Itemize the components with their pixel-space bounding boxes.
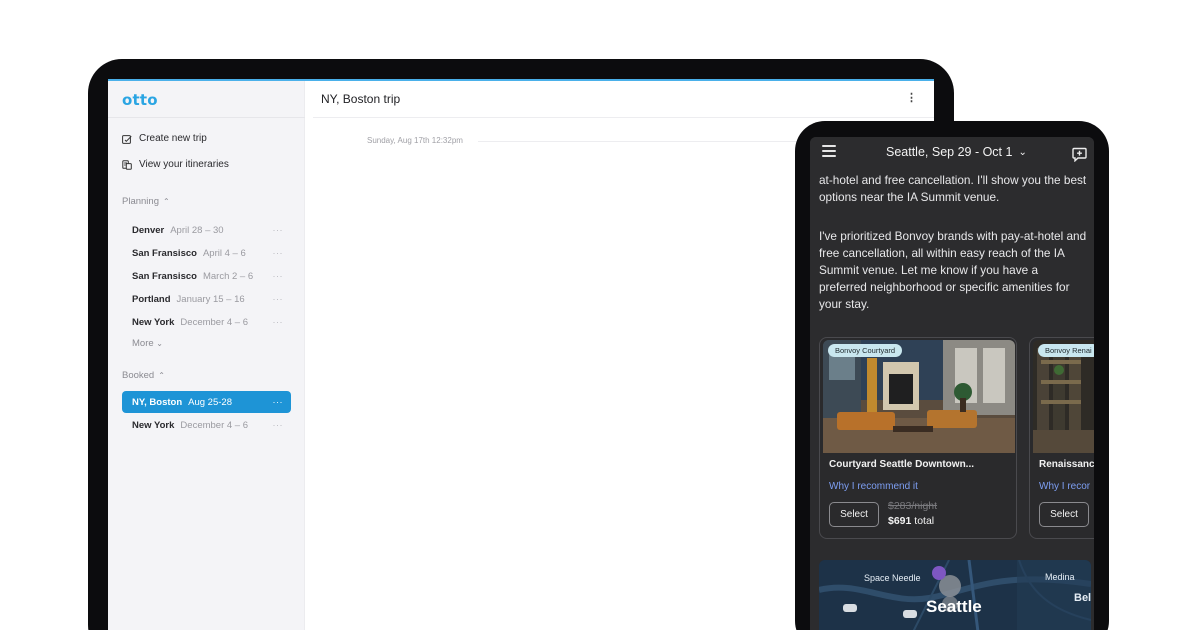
select-hotel-button[interactable]: Select	[1039, 502, 1089, 527]
trip-name: New York	[132, 316, 175, 328]
divider	[108, 117, 305, 118]
more-options-icon[interactable]: ···	[273, 420, 284, 430]
trip-name: San Fransisco	[132, 247, 197, 259]
new-chat-icon[interactable]	[1072, 147, 1087, 162]
chevron-up-icon: ⌃	[162, 197, 170, 206]
nightly-price: $283/night	[888, 500, 938, 512]
map-label: Space Needle	[864, 573, 921, 583]
planning-header: Planning	[122, 196, 159, 207]
planning-trip-portland[interactable]: Portland January 15 – 16 ···	[122, 288, 291, 310]
why-recommend-link[interactable]: Why I recommend it	[829, 481, 918, 492]
mobile-app-screen: Seattle, Sep 29 - Oct 1 ⌄ at-hotel and f…	[810, 137, 1094, 630]
kebab-menu-icon[interactable]: ⋮	[906, 91, 917, 104]
booked-trip-ny-boston[interactable]: NY, Boston Aug 25-28 ···	[122, 391, 291, 413]
mobile-header: Seattle, Sep 29 - Oct 1 ⌄	[810, 137, 1094, 171]
chevron-down-icon: ⌄	[156, 339, 163, 348]
hotel-name: Renaissanc	[1039, 459, 1094, 470]
total-price: $691 total	[888, 515, 934, 527]
planning-trip-san-fransisco-march[interactable]: San Fransisco March 2 – 6 ···	[122, 265, 291, 287]
itinerary-icon	[122, 159, 132, 170]
create-new-trip-button[interactable]: Create new trip	[122, 133, 207, 144]
trip-name: San Fransisco	[132, 270, 197, 282]
brand-badge: Bonvoy Courtyard	[828, 344, 903, 357]
more-trips-toggle[interactable]: More ⌄	[132, 338, 163, 349]
chevron-down-icon: ⌄	[1018, 146, 1027, 158]
trip-name: New York	[132, 419, 175, 431]
trip-title: NY, Boston trip	[321, 92, 401, 106]
assistant-message: I've prioritized Bonvoy brands with pay-…	[819, 229, 1087, 311]
divider	[313, 117, 934, 118]
booked-section-toggle[interactable]: Booked ⌃	[122, 370, 165, 381]
edit-square-icon	[122, 134, 132, 144]
assistant-message: at-hotel and free cancellation. I'll sho…	[819, 173, 1087, 204]
trip-dates: March 2 – 6	[202, 270, 254, 282]
more-options-icon[interactable]: ···	[273, 271, 284, 281]
map-roads	[819, 560, 1091, 630]
phone-device: Seattle, Sep 29 - Oct 1 ⌄ at-hotel and f…	[795, 121, 1109, 630]
hotel-card[interactable]: Bonvoy Courtyard Courtyard Seattle Downt…	[819, 337, 1017, 539]
total-suffix: total	[914, 515, 935, 527]
trip-name: Denver	[132, 224, 165, 236]
map-label: Medina	[1045, 572, 1075, 582]
why-recommend-link[interactable]: Why I recor	[1039, 481, 1090, 492]
booked-header: Booked	[122, 370, 155, 381]
map-label: Bel	[1074, 592, 1091, 604]
select-hotel-button[interactable]: Select	[829, 502, 879, 527]
planning-trip-new-york[interactable]: New York December 4 – 6 ···	[122, 311, 291, 333]
chat-timestamp: Sunday, Aug 17th 12:32pm	[367, 136, 463, 145]
otto-logo[interactable]: otto	[122, 91, 158, 109]
planning-trip-san-fransisco-april[interactable]: San Fransisco April 4 – 6 ···	[122, 242, 291, 264]
trip-selector[interactable]: Seattle, Sep 29 - Oct 1 ⌄	[886, 145, 1027, 159]
more-options-icon[interactable]: ···	[273, 294, 284, 304]
divider	[478, 141, 808, 142]
more-options-icon[interactable]: ···	[273, 317, 284, 327]
hotel-card[interactable]: Bonvoy Renai Renaissanc Why I recor Sele…	[1029, 337, 1094, 539]
hotel-photo: Bonvoy Courtyard	[823, 340, 1015, 453]
trip-dates: December 4 – 6	[180, 316, 249, 328]
trip-dates: January 15 – 16	[176, 293, 245, 305]
planning-trip-denver[interactable]: Denver April 28 – 30 ···	[122, 219, 291, 241]
more-options-icon[interactable]: ···	[273, 248, 284, 258]
sidebar: otto Create new trip View your itinerari…	[108, 81, 305, 630]
map-city-label: Seattle	[926, 597, 982, 616]
trip-dates: April 28 – 30	[170, 224, 224, 236]
hamburger-menu-icon[interactable]	[822, 145, 836, 157]
trip-name: NY, Boston	[132, 396, 183, 408]
booked-trip-new-york[interactable]: New York December 4 – 6 ···	[122, 414, 291, 436]
chevron-up-icon: ⌃	[158, 371, 165, 380]
create-new-trip-label: Create new trip	[139, 133, 207, 144]
planning-section-toggle[interactable]: Planning ⌃	[122, 196, 170, 207]
map-preview[interactable]: Space Needle Medina Seattle Bel	[819, 560, 1091, 630]
trip-name: Portland	[132, 293, 171, 305]
total-amount: $691	[888, 515, 912, 527]
more-options-icon[interactable]: ···	[273, 397, 284, 407]
hotel-name: Courtyard Seattle Downtown...	[829, 459, 975, 470]
trip-dates: April 4 – 6	[202, 247, 246, 259]
more-label: More	[132, 338, 154, 349]
trip-dates: December 4 – 6	[180, 419, 249, 431]
trip-selector-label: Seattle, Sep 29 - Oct 1	[886, 145, 1013, 159]
trip-dates: Aug 25-28	[188, 396, 232, 408]
brand-badge: Bonvoy Renai	[1038, 344, 1094, 357]
view-itineraries-label: View your itineraries	[139, 159, 229, 170]
hotel-photo: Bonvoy Renai	[1033, 340, 1094, 453]
view-itineraries-button[interactable]: View your itineraries	[122, 159, 229, 170]
more-options-icon[interactable]: ···	[273, 225, 284, 235]
